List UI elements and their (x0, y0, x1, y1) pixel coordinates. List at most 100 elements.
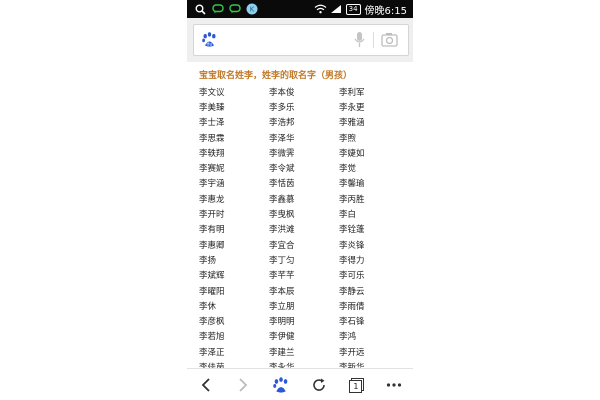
name-row: 李轶翔 李微霁 李婕如 (199, 145, 409, 160)
tabs-icon[interactable]: 1 (341, 370, 371, 400)
name-item: 李利军 (339, 87, 365, 98)
name-item: 李微霁 (269, 148, 295, 159)
name-row: 李休 李立朋 李雨倩 (199, 298, 409, 313)
forward-icon[interactable] (228, 370, 258, 400)
name-row: 李彦枫 李明明 李石锋 (199, 313, 409, 328)
message-icon (229, 4, 241, 14)
name-item: 李多乐 (269, 102, 295, 113)
name-row: 李惠龙 李鑫慕 李丙胜 (199, 191, 409, 206)
name-list: 李文议 李本俊 李利军李美臻 李多乐 李永更李士泽 李浩邦 李雅涵李思霖 李泽华 李煦李轶翔 李微… (199, 84, 409, 368)
name-row: 李扬 李丁匀 李得力 (199, 252, 409, 267)
phone-screen: K 34 傍晚6:15 du 宝宝取名姓李，姓李的取名字（男孩） 李文议 李本俊… (187, 0, 413, 400)
name-item: 李婕如 (339, 148, 365, 159)
name-item: 李洪滩 (269, 225, 295, 236)
name-item: 李本辰 (269, 286, 295, 297)
name-item: 李彦枫 (199, 317, 225, 328)
name-item: 李立朋 (269, 301, 295, 312)
baidu-paw-icon[interactable] (266, 370, 296, 400)
name-item: 李本俊 (269, 87, 295, 98)
name-item: 李静云 (339, 286, 365, 297)
baidu-paw-icon: du (201, 31, 218, 52)
name-row: 李若旭 李伊健 李鸿 (199, 329, 409, 344)
tab-count: 1 (349, 380, 363, 393)
name-item: 李泽正 (199, 347, 225, 358)
name-item: 李建兰 (269, 347, 295, 358)
name-item: 李扬 (199, 255, 217, 266)
name-item: 李开远 (339, 347, 365, 358)
microphone-icon[interactable] (354, 31, 365, 53)
clock: 傍晚6:15 (364, 5, 407, 17)
name-item: 李铨蓬 (339, 225, 365, 236)
search-icon (195, 4, 206, 15)
name-item: 李丙胜 (339, 194, 365, 205)
name-item: 李斌辉 (199, 271, 225, 282)
name-item: 李炎锋 (339, 240, 365, 251)
name-item: 李可乐 (339, 271, 365, 282)
name-item: 李休 (199, 301, 217, 312)
signal-icon (330, 4, 342, 14)
name-item: 李曜阳 (199, 286, 225, 297)
battery-indicator: 34 (345, 3, 361, 15)
name-row: 李宇涵 李恬茵 李馨瑜 (199, 176, 409, 191)
name-row: 李士泽 李浩邦 李雅涵 (199, 115, 409, 130)
name-row: 李有明 李洪滩 李铨蓬 (199, 222, 409, 237)
name-item: 李石锋 (339, 317, 365, 328)
name-item: 李若旭 (199, 332, 225, 343)
more-icon[interactable] (379, 370, 409, 400)
divider (373, 32, 374, 48)
name-item: 李煦 (339, 133, 357, 144)
name-item: 李开时 (199, 210, 225, 221)
name-item: 李明明 (269, 317, 295, 328)
name-item: 李雅涵 (339, 118, 365, 129)
name-item: 李丁匀 (269, 255, 295, 266)
name-item: 李鸿 (339, 332, 357, 343)
back-icon[interactable] (191, 370, 221, 400)
chat-icon (212, 4, 224, 14)
name-item: 李芊芊 (269, 271, 295, 282)
name-item: 李士泽 (199, 118, 225, 129)
app-icon: K (246, 3, 258, 15)
name-row: 李惠卿 李宜合 李炎锋 (199, 237, 409, 252)
name-item: 李惠卿 (199, 240, 225, 251)
refresh-icon[interactable] (304, 370, 334, 400)
name-item: 李佳茵 (199, 362, 225, 368)
name-item: 李惠龙 (199, 194, 225, 205)
name-item: 李雨倩 (339, 301, 365, 312)
name-item: 李永更 (339, 102, 365, 113)
name-item: 李浩邦 (269, 118, 295, 129)
name-item: 李美臻 (199, 102, 225, 113)
search-bar-area: du (187, 18, 413, 62)
name-row: 李曜阳 李本辰 李静云 (199, 283, 409, 298)
name-row: 李思霖 李泽华 李煦 (199, 130, 409, 145)
name-item: 李令斌 (269, 164, 295, 175)
name-item: 李文议 (199, 87, 225, 98)
name-item: 李宜合 (269, 240, 295, 251)
name-row: 李美臻 李多乐 李永更 (199, 99, 409, 114)
page-title: 宝宝取名姓李，姓李的取名字（男孩） (199, 71, 353, 81)
search-input[interactable]: du (193, 24, 409, 56)
name-row: 李赛妮 李令斌 李觉 (199, 160, 409, 175)
bottom-toolbar: 1 (187, 368, 413, 400)
name-row: 李斌辉 李芊芊 李可乐 (199, 268, 409, 283)
name-item: 李赛妮 (199, 164, 225, 175)
name-item: 李有明 (199, 225, 225, 236)
name-item: 李宇涵 (199, 179, 225, 190)
wifi-icon (314, 4, 327, 14)
name-row: 李泽正 李建兰 李开远 (199, 344, 409, 359)
name-item: 李曳枫 (269, 210, 295, 221)
name-item: 李觉 (339, 164, 357, 175)
name-item: 李馨瑜 (339, 179, 365, 190)
name-row: 李文议 李本俊 李利军 (199, 84, 409, 99)
name-item: 李泽华 (269, 133, 295, 144)
name-row: 李佳茵 李永华 李新华 (199, 359, 409, 368)
name-item: 李恬茵 (269, 179, 295, 190)
name-item: 李得力 (339, 255, 365, 266)
name-item: 李永华 (269, 362, 295, 368)
camera-icon[interactable] (381, 32, 398, 51)
name-item: 李新华 (339, 362, 365, 368)
name-item: 李鑫慕 (269, 194, 295, 205)
name-row: 李开时 李曳枫 李白 (199, 206, 409, 221)
name-item: 李轶翔 (199, 148, 225, 159)
name-item: 李思霖 (199, 133, 225, 144)
svg-text:du: du (207, 41, 213, 47)
